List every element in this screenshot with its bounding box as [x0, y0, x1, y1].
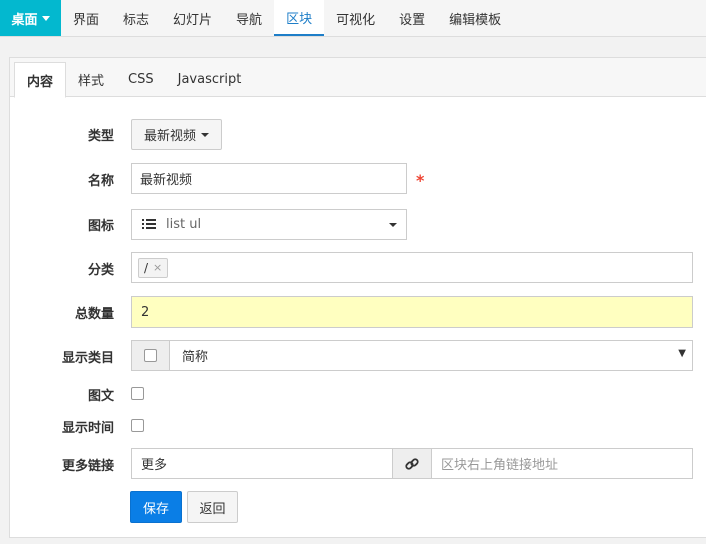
total-count-input[interactable]: 2: [131, 296, 693, 328]
category-tag-label: /: [144, 260, 149, 275]
type-dropdown[interactable]: 最新视频: [131, 119, 223, 150]
top-nav: 桌面 界面 标志 幻灯片 导航 区块 可视化 设置 编辑模板: [0, 0, 706, 37]
back-button[interactable]: 返回: [187, 491, 238, 523]
link-icon: [405, 457, 419, 470]
triangle-down-icon: ▼: [678, 348, 686, 359]
image-text-label: 图文: [87, 389, 114, 404]
type-label: 类型: [87, 129, 114, 144]
type-dropdown-value: 最新视频: [144, 129, 197, 144]
nav-item-navigation[interactable]: 导航: [224, 0, 274, 36]
block-edit-panel: 内容 样式 CSS Javascript 类型 最新视频 名称 最新视频 * 图…: [9, 57, 706, 538]
show-category-label: 显示类目: [61, 351, 114, 366]
tab-content[interactable]: 内容: [14, 62, 67, 98]
more-link-url-input[interactable]: 区块右上角链接地址: [431, 448, 693, 479]
show-category-checkbox[interactable]: [144, 349, 157, 362]
tab-css[interactable]: CSS: [116, 62, 166, 97]
nav-item-settings[interactable]: 设置: [387, 0, 437, 36]
show-category-select-value: 简称: [182, 350, 209, 365]
caret-down-icon: [389, 223, 397, 227]
image-text-checkbox[interactable]: [131, 387, 144, 400]
category-label: 分类: [87, 263, 114, 278]
category-tag: / ×: [138, 257, 169, 278]
total-label: 总数量: [74, 307, 114, 322]
tab-javascript[interactable]: Javascript: [166, 62, 254, 97]
nav-item-blocks[interactable]: 区块: [274, 0, 325, 36]
more-link-text-value: 更多: [141, 458, 168, 473]
name-input[interactable]: 最新视频: [131, 163, 407, 194]
nav-item-edit-template[interactable]: 编辑模板: [437, 0, 513, 36]
desktop-menu-button[interactable]: 桌面: [0, 0, 61, 36]
chevron-down-icon: [41, 15, 50, 21]
more-link-text-input[interactable]: 更多: [131, 448, 393, 479]
total-count-value: 2: [141, 304, 150, 320]
list-ul-icon: [142, 219, 156, 230]
tab-bar: 内容 样式 CSS Javascript: [10, 58, 706, 98]
tab-style[interactable]: 样式: [66, 62, 116, 97]
icon-select[interactable]: list ul: [131, 209, 407, 240]
category-tag-input[interactable]: / ×: [131, 252, 693, 283]
show-category-checkbox-addon[interactable]: [131, 340, 170, 371]
icon-select-value: list ul: [166, 217, 202, 232]
more-link-url-placeholder: 区块右上角链接地址: [441, 458, 559, 473]
icon-label: 图标: [87, 219, 114, 234]
name-label: 名称: [87, 174, 114, 189]
nav-item-interface[interactable]: 界面: [61, 0, 111, 36]
required-mark: *: [416, 171, 425, 190]
desktop-menu-label: 桌面: [11, 12, 38, 28]
show-category-select[interactable]: 简称 ▼: [169, 340, 693, 371]
caret-down-icon: [201, 132, 210, 137]
nav-item-visual[interactable]: 可视化: [324, 0, 387, 36]
nav-item-slides[interactable]: 幻灯片: [161, 0, 224, 36]
name-input-value: 最新视频: [140, 173, 193, 188]
show-time-checkbox[interactable]: [131, 419, 144, 432]
more-link-label: 更多链接: [61, 459, 114, 474]
nav-item-logo[interactable]: 标志: [111, 0, 161, 36]
link-icon-addon: [392, 448, 432, 479]
close-icon[interactable]: ×: [153, 261, 162, 274]
show-time-label: 显示时间: [61, 421, 114, 436]
save-button[interactable]: 保存: [130, 491, 182, 523]
